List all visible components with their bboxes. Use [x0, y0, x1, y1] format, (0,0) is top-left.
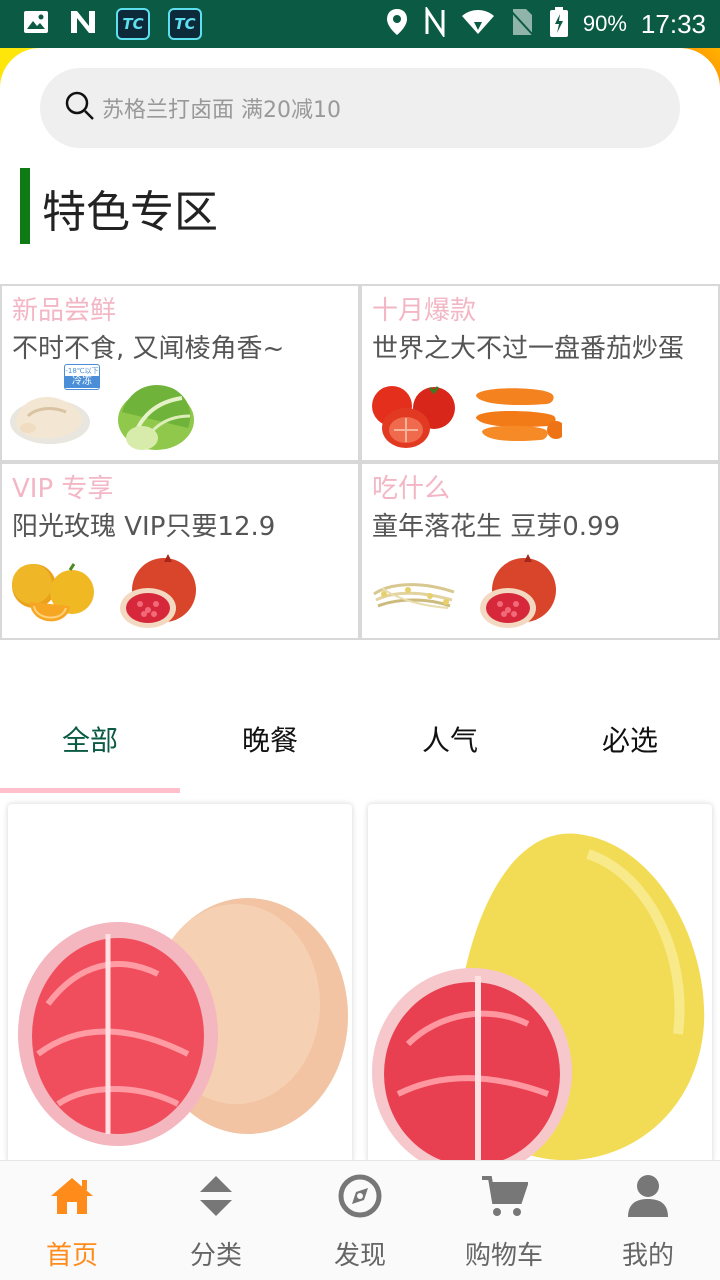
card-subtitle: 阳光玫瑰 VIP只要12.9 — [12, 512, 276, 542]
yellow-pomelo-image — [372, 833, 705, 1164]
tab-popular[interactable]: 人气 — [360, 704, 540, 774]
section-accent-bar — [20, 168, 30, 244]
freeze-badge: 冷冻 — [65, 375, 99, 388]
chicken-image: -18℃以下 冷冻 — [8, 364, 100, 456]
nav-label: 我的 — [621, 1241, 674, 1271]
category-tabs: 全部 晚餐 人气 必选 — [0, 704, 720, 793]
card-title: VIP 专享 — [12, 474, 114, 504]
n-app-icon — [68, 8, 98, 40]
tc-app-icon: TC — [168, 8, 202, 40]
tc-app-icon: TC — [116, 8, 150, 40]
clock: 17:33 — [640, 8, 706, 39]
wifi-icon — [461, 8, 495, 40]
search-icon — [64, 90, 96, 126]
pink-pomelo-image — [18, 898, 348, 1146]
battery-percent: 90% — [582, 11, 627, 36]
lettuce-image — [112, 372, 202, 456]
card-title: 吃什么 — [372, 474, 451, 504]
pomegranate-image — [472, 550, 562, 634]
tab-dinner[interactable]: 晚餐 — [180, 704, 360, 774]
nav-profile[interactable]: 我的 — [576, 1161, 720, 1280]
card-subtitle: 世界之大不过一盘番茄炒蛋 — [372, 334, 685, 364]
product-card[interactable] — [368, 804, 712, 1164]
feature-card-what-to-eat[interactable]: 吃什么 童年落花生 豆芽0.99 — [360, 462, 720, 640]
home-icon — [47, 1171, 97, 1221]
status-bar: TC TC 90% 17:33 — [0, 0, 720, 48]
bean-sprouts-image — [368, 550, 458, 634]
feature-grid: 新品尝鲜 不时不食, 又闻棱角香~ -18℃以下 冷冻 十月爆款 世界之大不过一… — [0, 284, 720, 640]
tomatoes-image — [368, 372, 458, 456]
location-icon — [385, 7, 409, 41]
nav-label: 购物车 — [464, 1241, 543, 1271]
battery-icon — [549, 6, 569, 42]
nav-label: 首页 — [45, 1241, 98, 1271]
cart-icon — [479, 1171, 529, 1221]
nav-discover[interactable]: 发现 — [288, 1161, 432, 1280]
card-subtitle: 童年落花生 豆芽0.99 — [372, 512, 621, 542]
pomegranate-image — [112, 550, 202, 634]
nav-home[interactable]: 首页 — [0, 1161, 144, 1280]
product-card[interactable] — [8, 804, 352, 1164]
nav-label: 分类 — [189, 1241, 242, 1271]
gallery-icon — [22, 8, 50, 40]
card-title: 新品尝鲜 — [12, 296, 117, 326]
feature-card-hot[interactable]: 十月爆款 世界之大不过一盘番茄炒蛋 — [360, 284, 720, 462]
feature-card-new[interactable]: 新品尝鲜 不时不食, 又闻棱角香~ -18℃以下 冷冻 — [0, 284, 360, 462]
user-icon — [623, 1171, 673, 1221]
nav-cart[interactable]: 购物车 — [432, 1161, 576, 1280]
oranges-image — [8, 550, 98, 634]
tab-all[interactable]: 全部 — [0, 704, 180, 774]
no-sim-icon — [509, 7, 535, 41]
search-input[interactable]: 苏格兰打卤面 满20减10 — [102, 92, 341, 124]
sort-icon — [191, 1171, 241, 1221]
card-title: 十月爆款 — [372, 296, 477, 326]
card-subtitle: 不时不食, 又闻棱角香~ — [12, 334, 285, 364]
section-title: 特色专区 — [42, 187, 218, 238]
tab-indicator — [0, 788, 180, 793]
bottom-nav: 首页 分类 发现 购物车 我的 — [0, 1160, 720, 1280]
freeze-temp-label: -18℃以下 — [65, 366, 99, 375]
nfc-icon — [423, 5, 447, 41]
feature-card-vip[interactable]: VIP 专享 阳光玫瑰 VIP只要12.9 — [0, 462, 360, 640]
tab-must-pick[interactable]: 必选 — [540, 704, 720, 774]
search-bar[interactable]: 苏格兰打卤面 满20减10 — [40, 68, 680, 148]
carrots-image — [472, 372, 565, 456]
nav-category[interactable]: 分类 — [144, 1161, 288, 1280]
nav-label: 发现 — [333, 1241, 386, 1271]
compass-icon — [335, 1171, 385, 1221]
